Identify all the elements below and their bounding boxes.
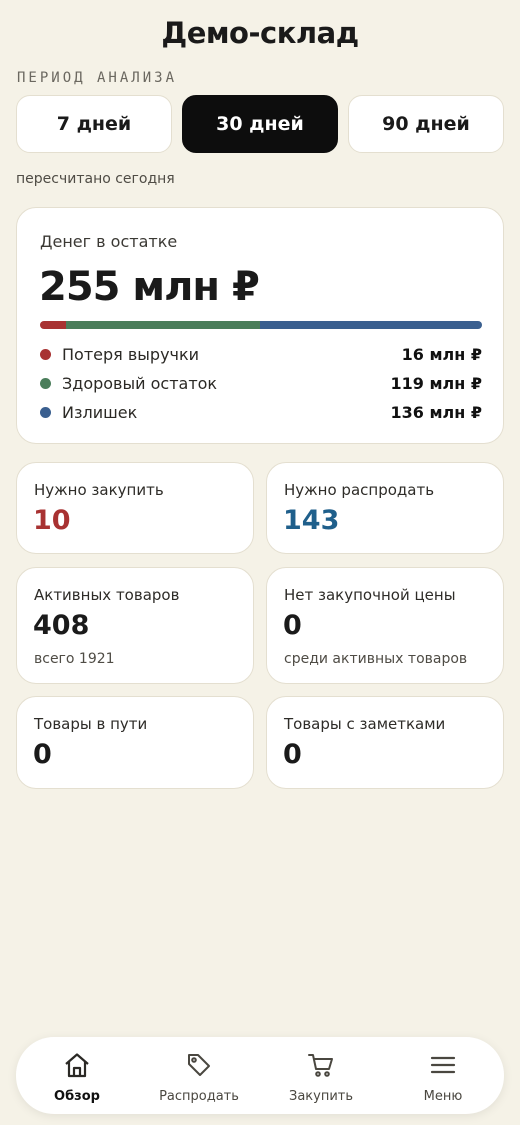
legend-name: Здоровый остаток (62, 373, 218, 393)
period-7-days-button[interactable]: 7 дней (16, 95, 172, 153)
period-30-days-button[interactable]: 30 дней (182, 95, 338, 153)
legend-dot (40, 406, 51, 418)
stat-value: 0 (283, 739, 302, 770)
stat-subtext: всего 1921 (34, 651, 115, 667)
stat-label: Товары в пути (34, 715, 148, 733)
stat-value: 0 (283, 610, 302, 641)
page-title: Демо-склад (161, 16, 359, 50)
stat-label: Товары с заметками (284, 715, 446, 733)
in-transit-card[interactable]: Товары в пути 0 (16, 696, 254, 789)
legend-value: 16 млн ₽ (401, 344, 482, 364)
need-buy-card[interactable]: Нужно закупить 10 (16, 462, 254, 554)
money-total: 255 млн ₽ (39, 264, 260, 310)
stat-label: Нужно распродать (284, 481, 435, 499)
stat-value: 408 (33, 610, 90, 641)
bar-segment-healthy-stock (66, 321, 261, 329)
nav-item-sell[interactable]: Распродать (138, 1037, 260, 1114)
legend-dot (40, 348, 51, 360)
legend-name: Потеря выручки (62, 344, 200, 364)
stat-value: 143 (283, 505, 340, 536)
stat-subtext: среди активных товаров (284, 651, 468, 667)
nav-label: Меню (423, 1089, 463, 1104)
money-label: Денег в остатке (40, 232, 178, 251)
menu-icon (429, 1051, 457, 1083)
overview-screen: Демо-склад ПЕРИОД АНАЛИЗА 7 дней 30 дней… (0, 0, 520, 1125)
recalc-note: пересчитано сегодня (16, 171, 175, 187)
no-purchase-price-card[interactable]: Нет закупочной цены 0 среди активных тов… (266, 567, 504, 684)
legend-row-excess: Излишек 136 млн ₽ (40, 400, 482, 424)
period-selector: 7 дней 30 дней 90 дней (16, 95, 504, 153)
nav-item-buy[interactable]: Закупить (260, 1037, 382, 1114)
bottom-navigation: Обзор Распродать Закупить Меню (16, 1037, 504, 1114)
money-distribution-bar (40, 321, 482, 329)
nav-label: Закупить (288, 1089, 354, 1104)
tag-icon (185, 1051, 213, 1083)
legend-row-lost-revenue: Потеря выручки 16 млн ₽ (40, 342, 482, 366)
nav-label: Распродать (159, 1089, 239, 1104)
nav-item-overview[interactable]: Обзор (16, 1037, 138, 1114)
legend-value: 119 млн ₽ (390, 373, 482, 393)
bar-segment-lost-revenue (40, 321, 67, 329)
home-icon (63, 1051, 91, 1083)
stat-value: 0 (33, 739, 52, 770)
period-90-days-button[interactable]: 90 дней (348, 95, 504, 153)
nav-item-menu[interactable]: Меню (382, 1037, 504, 1114)
legend-row-healthy-stock: Здоровый остаток 119 млн ₽ (40, 371, 482, 395)
period-label: ПЕРИОД АНАЛИЗА (17, 70, 178, 86)
bar-segment-excess (260, 321, 482, 329)
legend-value: 136 млн ₽ (390, 402, 482, 422)
legend-dot (40, 377, 51, 389)
legend-name: Излишек (62, 402, 138, 422)
money-in-stock-card[interactable]: Денег в остатке 255 млн ₽ Потеря выручки… (16, 207, 504, 444)
stat-label: Нет закупочной цены (284, 586, 456, 604)
nav-label: Обзор (54, 1089, 100, 1104)
stat-label: Нужно закупить (34, 481, 164, 499)
stat-label: Активных товаров (34, 586, 180, 604)
with-notes-card[interactable]: Товары с заметками 0 (266, 696, 504, 789)
cart-icon (307, 1051, 335, 1083)
stat-value: 10 (33, 505, 71, 536)
need-sell-card[interactable]: Нужно распродать 143 (266, 462, 504, 554)
active-products-card[interactable]: Активных товаров 408 всего 1921 (16, 567, 254, 684)
